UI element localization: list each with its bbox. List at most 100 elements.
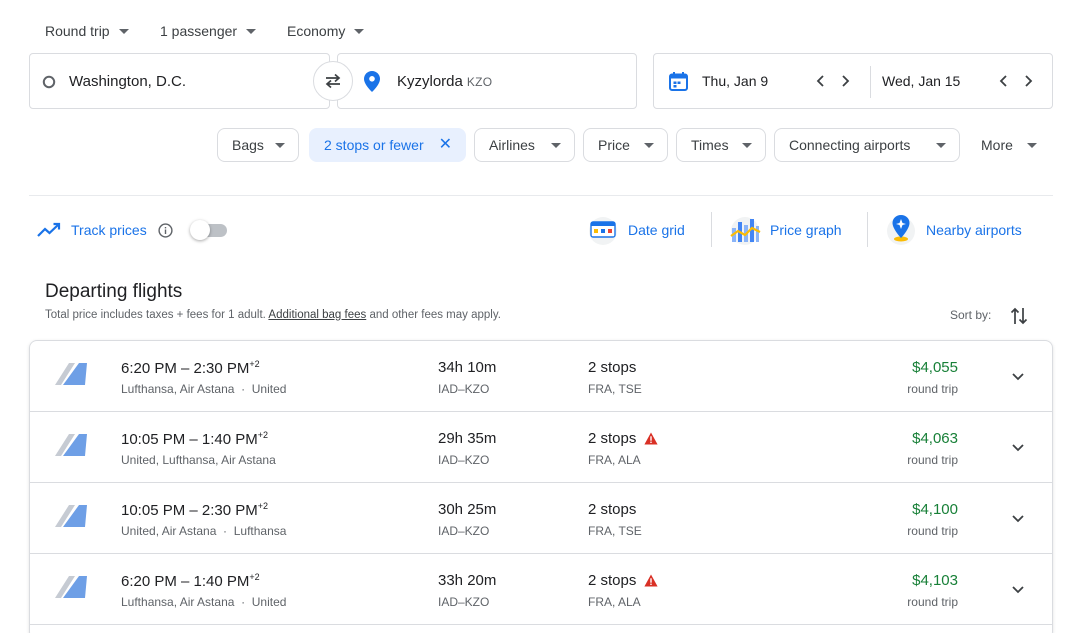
- flight-times-text: 10:05 PM – 2:30 PM: [121, 502, 258, 519]
- caret-down-icon: [742, 143, 752, 148]
- expand-button[interactable]: [1008, 509, 1028, 529]
- operating-carrier: Lufthansa: [233, 524, 287, 538]
- chevron-right-icon[interactable]: [1019, 72, 1037, 90]
- flight-duration: 34h 10m: [438, 359, 497, 376]
- chevron-right-icon[interactable]: [836, 72, 854, 90]
- caret-down-icon: [551, 143, 561, 148]
- expand-button[interactable]: [1008, 580, 1028, 600]
- chevron-left-icon[interactable]: [812, 72, 830, 90]
- sort-by-label: Sort by:: [950, 308, 992, 322]
- price-type: round trip: [907, 382, 958, 396]
- flight-times: 10:05 PM – 1:40 PM+2: [121, 430, 268, 448]
- track-prices-toggle-knob[interactable]: [190, 220, 210, 240]
- swap-button[interactable]: [313, 61, 353, 101]
- passengers-select[interactable]: 1 passenger: [160, 20, 257, 42]
- price-note: Total price includes taxes + fees for 1 …: [45, 309, 501, 321]
- carrier-names: Lufthansa, Air Astana: [121, 595, 235, 609]
- flight-price: $4,055: [912, 359, 958, 376]
- destination-field[interactable]: Kyzylorda KZO: [337, 53, 637, 109]
- bag-fees-link[interactable]: Additional bag fees: [268, 309, 366, 321]
- times-filter-chip[interactable]: Times: [676, 128, 766, 162]
- location-pin-icon: [364, 71, 380, 92]
- stop-cities: FRA, ALA: [588, 595, 641, 609]
- flight-carriers: United, Air Astana · Lufthansa: [121, 524, 286, 538]
- page-title: Departing flights: [45, 281, 183, 302]
- flight-price: $4,063: [912, 430, 958, 447]
- price-note-prefix: Total price includes taxes + fees for 1 …: [45, 309, 266, 321]
- chevron-down-icon: [1012, 444, 1024, 452]
- stops-filter-label: 2 stops or fewer: [324, 137, 424, 153]
- flight-row[interactable]: 10:05 PM – 2:30 PM+2 United, Air Astana …: [30, 483, 1052, 554]
- airline-logo-icon: [55, 576, 87, 598]
- chevron-down-icon: [1012, 515, 1024, 523]
- origin-text: Washington, D.C.: [69, 73, 186, 90]
- flight-price: $4,103: [912, 572, 958, 589]
- flight-row[interactable]: 10:05 PM – 1:40 PM+2 United, Lufthansa, …: [30, 412, 1052, 483]
- stop-cities: FRA, ALA: [588, 453, 641, 467]
- cabin-class-select[interactable]: Economy: [287, 20, 365, 42]
- more-filters-label: More: [981, 137, 1013, 153]
- airlines-filter-label: Airlines: [489, 137, 535, 153]
- price-filter-chip[interactable]: Price: [583, 128, 668, 162]
- more-filters-button[interactable]: More: [981, 128, 1037, 162]
- nearby-airports-icon: [887, 215, 915, 245]
- flight-times-text: 10:05 PM – 1:40 PM: [121, 431, 258, 448]
- flight-stops: 2 stops: [588, 359, 636, 376]
- flight-row[interactable]: 6:20 PM – 1:40 PM+2 Lufthansa, Air Astan…: [30, 554, 1052, 625]
- price-note-suffix: and other fees may apply.: [369, 309, 501, 321]
- dates-field[interactable]: Thu, Jan 9 Wed, Jan 15: [653, 53, 1053, 109]
- passengers-label: 1 passenger: [160, 23, 238, 39]
- price-type: round trip: [907, 595, 958, 609]
- price-type: round trip: [907, 524, 958, 538]
- expand-button[interactable]: [1008, 367, 1028, 387]
- swap-arrows-icon: [325, 73, 341, 89]
- nearby-airports-button[interactable]: Nearby airports: [884, 212, 1044, 248]
- carrier-names: United, Lufthansa, Air Astana: [121, 453, 276, 467]
- expand-button[interactable]: [1008, 438, 1028, 458]
- stops-text: 2 stops: [588, 430, 637, 447]
- info-icon[interactable]: [158, 223, 173, 238]
- flight-row[interactable]: 6:20 PM – 2:30 PM+2 Lufthansa, Air Astan…: [30, 341, 1052, 412]
- flight-results-list: 6:20 PM – 2:30 PM +2 Lufthansa, Air Astan…: [29, 340, 1053, 633]
- stop-cities: FRA, TSE: [588, 382, 642, 396]
- connecting-airports-filter-chip[interactable]: Connecting airports: [774, 128, 960, 162]
- flight-carriers: Lufthansa, Air Astana · United: [121, 382, 286, 396]
- flight-times-text: 6:20 PM – 2:30 PM: [121, 360, 250, 377]
- trip-type-label: Round trip: [45, 23, 110, 39]
- depart-date[interactable]: Thu, Jan 9: [702, 73, 768, 89]
- caret-down-icon: [118, 29, 129, 34]
- flight-stops: 2 stops: [588, 572, 658, 589]
- dot-separator: ·: [234, 595, 252, 609]
- origin-field[interactable]: Washington, D.C.: [29, 53, 330, 109]
- track-prices-label: Track prices: [71, 222, 147, 238]
- flight-duration: 29h 35m: [438, 430, 497, 447]
- circle-icon: [42, 75, 56, 89]
- airline-logo-icon: [55, 505, 87, 527]
- caret-down-icon: [936, 143, 946, 148]
- chevron-left-icon[interactable]: [995, 72, 1013, 90]
- sort-icon[interactable]: [1010, 306, 1028, 326]
- return-date[interactable]: Wed, Jan 15: [882, 73, 960, 89]
- warning-icon[interactable]: [644, 574, 658, 587]
- airline-logo-icon: [55, 434, 87, 456]
- price-graph-label: Price graph: [770, 222, 842, 238]
- close-icon[interactable]: ✕: [439, 137, 452, 153]
- stops-filter-chip[interactable]: 2 stops or fewer ✕: [309, 128, 466, 162]
- stops-text: 2 stops: [588, 572, 637, 589]
- price-graph-button[interactable]: Price graph: [728, 214, 858, 246]
- airlines-filter-chip[interactable]: Airlines: [474, 128, 575, 162]
- chevron-down-icon: [1012, 373, 1024, 381]
- flight-route: IAD–KZO: [438, 382, 490, 396]
- caret-down-icon: [1026, 143, 1037, 148]
- bags-filter-chip[interactable]: Bags: [217, 128, 299, 162]
- day-offset: +2: [257, 501, 269, 511]
- price-graph-icon: [730, 217, 761, 245]
- flight-stops: 2 stops: [588, 501, 636, 518]
- warning-icon[interactable]: [644, 432, 658, 445]
- caret-down-icon: [644, 143, 654, 148]
- price-filter-label: Price: [598, 137, 630, 153]
- flight-price: $4,100: [912, 501, 958, 518]
- trip-type-select[interactable]: Round trip: [45, 20, 129, 42]
- flight-times-text: 6:20 PM – 1:40 PM: [121, 573, 250, 590]
- calendar-icon: [669, 72, 688, 91]
